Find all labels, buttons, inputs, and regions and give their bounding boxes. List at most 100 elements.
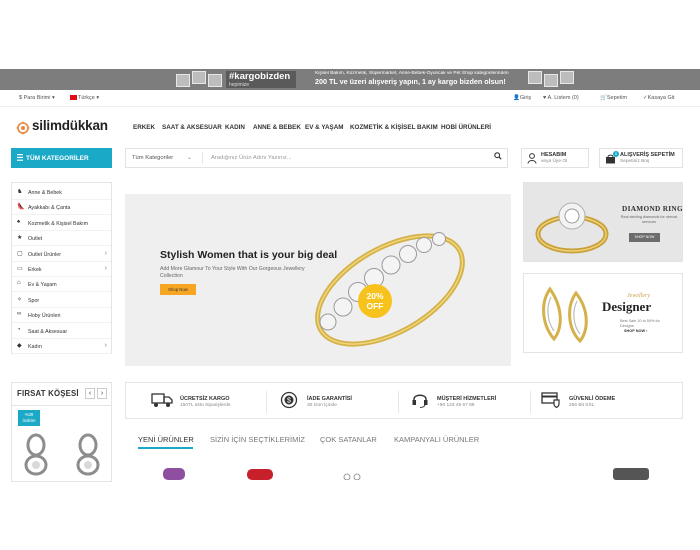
nav-item-ev-yasam[interactable]: EV & YAŞAM [305,124,344,131]
chevron-right-icon: › [104,342,107,349]
currency-select[interactable]: $ Para Birimi ▾ [19,95,55,101]
sidebar-item-spor[interactable]: ✧ Spor [12,293,111,308]
designer-banner[interactable]: Jewellery Designer Best Sale 10 to 50% f… [523,273,683,353]
chevron-right-icon: › [104,265,107,272]
sidebar-item-label: Kadın [28,344,42,350]
tab-best-sellers[interactable]: ÇOK SATANLAR [320,435,377,444]
sidebar-item-outlet[interactable]: ★ Outlet [12,231,111,247]
feature-title: MÜŞTERİ HİZMETLERİ [437,396,497,402]
chevron-down-icon: ⌄ [187,155,193,161]
cart-subtitle: Sepetiniz Boş [620,159,650,164]
next-arrow-icon[interactable]: › [97,388,107,399]
cart-count-badge: 0 [613,151,619,157]
features-bar: ÜCRETSİZ KARGO 150TL üstü Siparişlerde $… [125,382,683,419]
sidebar-item-saat-aksesuar[interactable]: ◔ Saat & Aksesuar [12,324,111,339]
designer-shop-label: SHOP NOW [624,329,646,333]
tab-picked-for-you[interactable]: SİZİN İÇİN SEÇTİKLERİMİZ [210,435,305,444]
gift-box-icon [544,74,558,87]
shoe-icon: 👠 [17,204,25,211]
truck-icon [151,393,173,407]
sidebar-item-label: Ev & Yaşam [28,282,57,289]
sidebar-item-label: Hoby Ürünleri [28,313,61,320]
wishlist-link[interactable]: ♥ A. Listem (0) [543,95,579,101]
deals-title: FIRSAT KÖŞESİ [17,389,79,398]
nav-item-saat-aksesuar[interactable]: SAAT & AKSESUAR [162,124,222,131]
sidebar-item-label: Outlet Ürünler [28,251,61,258]
sidebar-item-label: Erkek [28,267,42,273]
svg-text:$: $ [287,398,291,405]
sidebar-item-label: Outlet [28,236,43,243]
feature-title: İADE GARANTİSİ [307,396,352,402]
sidebar-item-erkek[interactable]: ▭ Erkek › [12,262,111,277]
search-input[interactable]: Aradığınız Ürün Adını Yazınız... [211,155,292,161]
kargo-brand-sub: hepimize [229,82,250,88]
diamond-ring-banner[interactable]: DIAMOND RING Real sterling diamonds for … [523,182,683,262]
feature-divider [530,391,531,413]
box-icon: ▢ [17,250,23,257]
shop-now-button[interactable]: Shop Now [160,284,196,295]
account-subtitle: veya Üye Ol [541,159,568,164]
tab-new-products[interactable]: YENİ ÜRÜNLER [138,435,194,444]
ring-image [315,232,465,347]
menu-icon [17,154,23,161]
discount-badge: 20% OFF [358,284,392,318]
sidebar-item-ev-yaşam[interactable]: ⌂ Ev & Yaşam [12,277,111,293]
all-categories-button[interactable]: TÜM KATEGORİLER [11,148,112,168]
product-row-preview [163,468,649,480]
chevron-right-icon: › [104,249,107,257]
tab-campaign-products[interactable]: KAMPANYALI ÜRÜNLER [394,435,479,444]
cart-box[interactable]: 0 ALIŞVERİŞ SEPETİM Sepetiniz Boş [599,148,683,168]
promo-banner[interactable]: #kargobizden hepimize Kişisel Bakım, Kozm… [0,69,700,90]
gift-box-icon [176,74,190,87]
account-box[interactable]: HESABIM veya Üye Ol [521,148,589,168]
designer-shop-button[interactable]: SHOP NOW › [624,329,647,333]
logo-text: silimdükkan [32,118,108,133]
sidebar-item-kozmetik-kişisel-bakım[interactable]: ♠ Kozmetik & Kişisel Bakım [12,216,111,231]
sidebar-item-hoby-ürünleri[interactable]: ∞ Hoby Ürünleri [12,308,111,324]
nav-item-kadin[interactable]: KADIN [225,124,245,131]
wishlist-label: A. Listem (0) [547,95,579,101]
cart-title: ALIŞVERİŞ SEPETİM [620,152,675,158]
prev-arrow-icon[interactable]: ‹ [85,388,95,399]
feature-divider [266,391,267,413]
nav-item-anne-bebek[interactable]: ANNE & BEBEK [253,124,301,131]
hero-banner[interactable]: Stylish Women that is your big deal Add … [125,194,511,366]
checkout-link[interactable]: ✓Kasaya Git [643,95,675,101]
login-label: Giriş [519,95,532,101]
logo-flower-icon [16,121,30,135]
nav-item-erkek[interactable]: ERKEK [133,124,155,131]
user-icon [527,153,537,164]
feature-title: GÜVENLİ ÖDEME [569,396,616,402]
designer-title: Designer [602,299,652,314]
sport-icon: ✧ [17,296,23,303]
language-select[interactable]: Türkçe ▾ [70,95,99,101]
sidebar-item-label: Kozmetik & Kişisel Bakım [28,220,89,227]
account-title: HESABIM [541,152,567,158]
diamond-icon: ◆ [17,343,22,349]
gift-box-icon [208,74,222,87]
sidebar-item-anne-bebek[interactable]: ♞ Anne & Bebek [12,185,111,200]
sidebar-item-label: Anne & Bebek [28,190,62,196]
deals-divider [12,405,111,406]
home-icon: ⌂ [17,280,21,287]
feature-subtitle: 256 Bit SSL [569,403,595,408]
sidebar-item-kadın[interactable]: ◆ Kadın › [12,339,111,354]
nav-item-hobi[interactable]: HOBİ ÜRÜNLERİ [441,124,491,131]
login-link[interactable]: 👤Giriş [513,95,531,101]
secure-card-icon [541,392,560,409]
sidebar-item-outlet-ürünler[interactable]: ▢ Outlet Ürünler › [12,247,111,262]
nav-item-kozmetik[interactable]: KOZMETİK & KİŞİSEL BAKIM [350,124,438,131]
deal-product-image[interactable] [18,431,108,476]
sidebar-item-label: Ayakkabı & Çanta [28,205,71,212]
checkout-label: Kasaya Git [647,95,675,101]
search-icon[interactable] [494,152,502,160]
cart-link[interactable]: 🛒Sepetim [600,95,627,101]
feature-title: ÜCRETSİZ KARGO [180,396,230,402]
kargo-logo: #kargobizden hepimize [226,71,296,88]
search-category-select[interactable]: Tüm Kategoriler [132,155,173,161]
sidebar-item-label: Saat & Aksesuar [28,328,68,335]
bike-icon: ∞ [17,311,22,318]
diamond-ring-shop-button[interactable]: SHOP NOW [629,233,660,242]
money-back-icon: $ [280,391,298,409]
sidebar-item-ayakkabı-çanta[interactable]: 👠 Ayakkabı & Çanta [12,200,111,216]
